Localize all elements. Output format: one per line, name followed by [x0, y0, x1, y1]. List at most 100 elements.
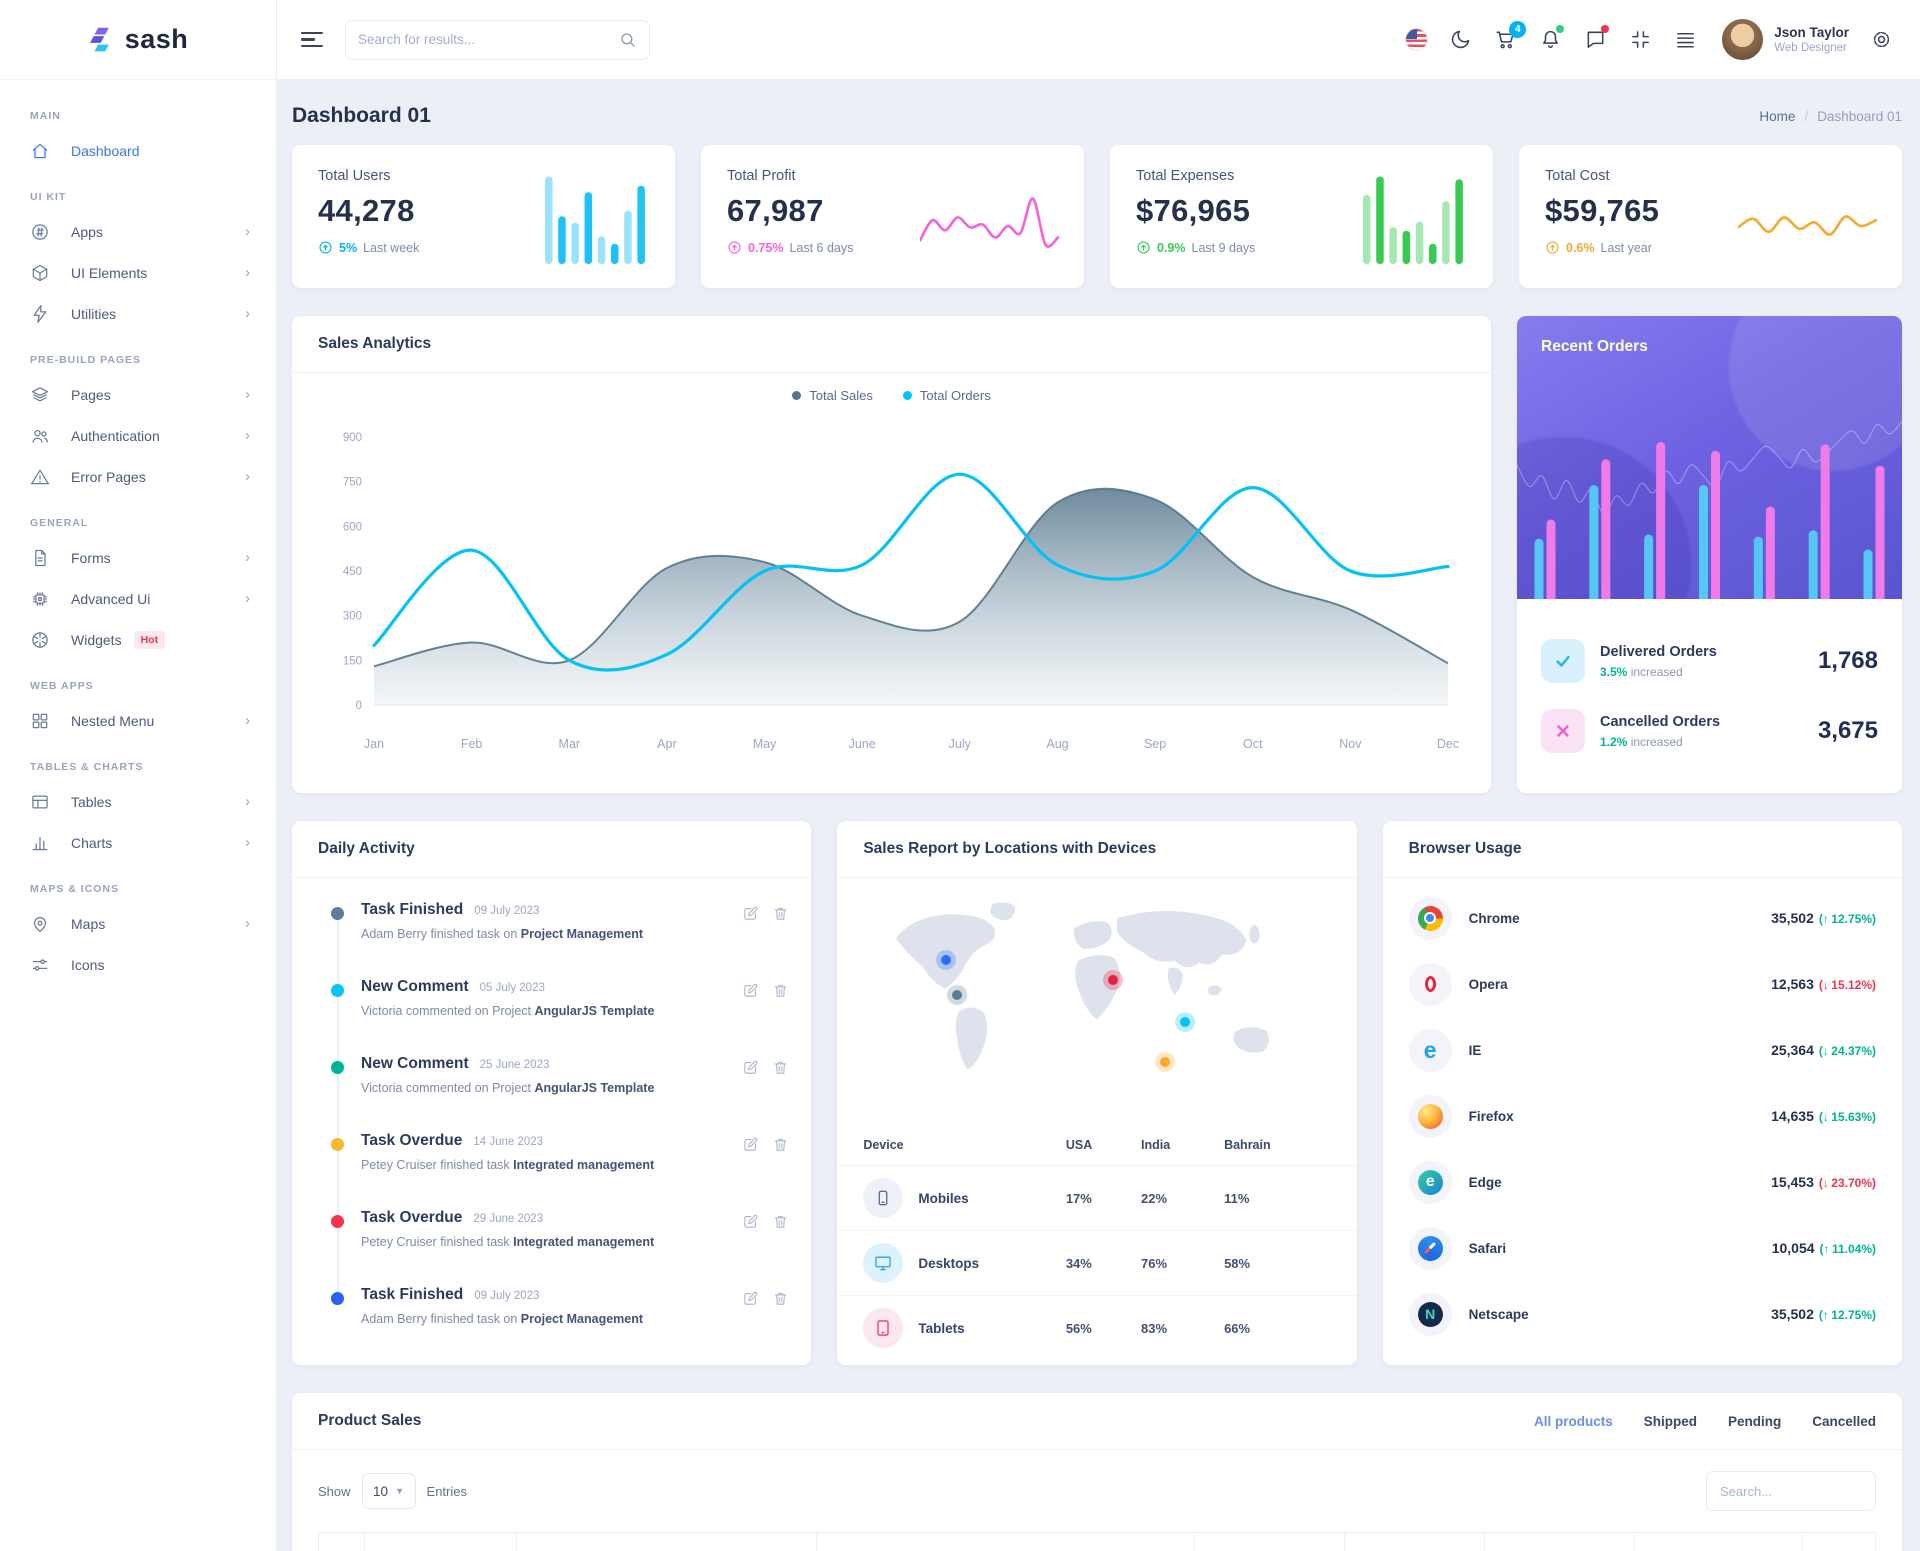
sidebar-item-apps[interactable]: Apps› [0, 211, 276, 252]
stat-card-total-expenses: Total Expenses$76,9650.9%Last 9 days [1110, 145, 1493, 288]
card-recent-orders: Recent Orders Delivered Orders3.5% incre… [1517, 316, 1902, 793]
sidebar-item-ui-elements[interactable]: UI Elements› [0, 252, 276, 293]
stat-card-total-users: Total Users44,2785%Last week [292, 145, 675, 288]
settings-gear-icon[interactable] [1870, 28, 1894, 52]
map-marker-3[interactable] [1108, 975, 1118, 985]
aperture-icon [30, 630, 50, 650]
trash-icon[interactable] [772, 1059, 789, 1076]
trash-icon[interactable] [772, 1290, 789, 1307]
tab-cancelled[interactable]: Cancelled [1812, 1414, 1876, 1429]
map-marker-4[interactable] [1180, 1017, 1190, 1027]
activity-date: 05 July 2023 [480, 982, 545, 994]
edit-icon[interactable] [742, 1290, 759, 1307]
browser-change: (↑ 12.75%) [1819, 912, 1876, 926]
browser-value: 10,054 [1772, 1240, 1815, 1256]
trash-icon[interactable] [772, 905, 789, 922]
recent-orders-title: Recent Orders [1541, 338, 1648, 356]
sidebar-item-maps[interactable]: Maps› [0, 903, 276, 944]
sidebar-item-utilities[interactable]: Utilities› [0, 293, 276, 334]
browser-row-ie: eIE25,364(↓ 24.37%) [1409, 1017, 1876, 1083]
edit-icon[interactable] [742, 1136, 759, 1153]
pin-icon [30, 914, 50, 934]
trash-icon[interactable] [772, 1136, 789, 1153]
map-marker-2[interactable] [952, 990, 962, 1000]
sidebar-item-dashboard[interactable]: Dashboard [0, 130, 276, 171]
sidebar-item-forms[interactable]: Forms› [0, 537, 276, 578]
map-marker-1[interactable] [941, 955, 951, 965]
trend-up-icon [318, 240, 333, 255]
trash-icon[interactable] [772, 982, 789, 999]
edit-icon[interactable] [742, 905, 759, 922]
tab-pending[interactable]: Pending [1728, 1414, 1781, 1429]
stat-period: Last week [363, 241, 419, 255]
activity-title: New Comment [361, 1055, 469, 1073]
user-menu[interactable]: Json Taylor Web Designer [1722, 19, 1849, 60]
legend-total-sales[interactable]: Total Sales [792, 388, 873, 403]
browser-row-chrome: Chrome35,502(↑ 12.75%) [1409, 885, 1876, 951]
device-name: Tablets [918, 1321, 964, 1336]
breadcrumb-home[interactable]: Home [1759, 109, 1795, 124]
sidebar-toggle-icon[interactable] [301, 27, 323, 51]
svg-text:Nov: Nov [1339, 737, 1362, 751]
sidebar-item-tables[interactable]: Tables› [0, 781, 276, 822]
search-icon[interactable] [619, 31, 637, 49]
sidebar-item-label: Advanced Ui [71, 591, 150, 607]
edit-icon[interactable] [742, 1213, 759, 1230]
legend-dot [792, 391, 801, 400]
sidebar-item-label: Forms [71, 550, 111, 566]
sidebar-item-nested-menu[interactable]: Nested Menu› [0, 700, 276, 741]
activity-title: Task Overdue [361, 1209, 462, 1227]
chevron-right-icon: › [245, 224, 250, 239]
product-sales-tabs: All products Shipped Pending Cancelled [1534, 1414, 1876, 1429]
table-search-input[interactable] [1706, 1471, 1876, 1511]
svg-text:Dec: Dec [1436, 737, 1458, 751]
x-icon [1541, 709, 1585, 753]
edit-icon[interactable] [742, 1059, 759, 1076]
sidebar-item-authentication[interactable]: Authentication› [0, 415, 276, 456]
sidebar-item-advanced-ui[interactable]: Advanced Ui› [0, 578, 276, 619]
chrome-icon [1409, 897, 1452, 940]
right-panel-list-icon[interactable] [1674, 28, 1698, 52]
sidebar-item-label: UI Elements [71, 265, 147, 281]
language-flag-icon[interactable] [1405, 28, 1428, 51]
chevron-right-icon: › [245, 713, 250, 728]
activity-item: Task Finished09 July 2023Adam Berry fini… [292, 1275, 811, 1352]
sidebar-item-error-pages[interactable]: Error Pages› [0, 456, 276, 497]
sidebar-item-label: Pages [71, 387, 111, 403]
browser-row-firefox: Firefox14,635(↓ 15.63%) [1409, 1083, 1876, 1149]
notifications-bell-icon[interactable] [1539, 28, 1563, 52]
sidebar-item-widgets[interactable]: WidgetsHot [0, 619, 276, 660]
sidebar-item-pages[interactable]: Pages› [0, 374, 276, 415]
svg-text:Sep: Sep [1143, 737, 1165, 751]
sidebar-item-charts[interactable]: Charts› [0, 822, 276, 863]
browser-value: 35,502 [1771, 910, 1814, 926]
cart-icon[interactable]: 4 [1494, 28, 1518, 52]
legend-total-orders[interactable]: Total Orders [903, 388, 991, 403]
opera-icon [1409, 963, 1452, 1006]
file-icon [30, 548, 50, 568]
fullscreen-icon[interactable] [1629, 28, 1653, 52]
trash-icon[interactable] [772, 1213, 789, 1230]
edit-icon[interactable] [742, 982, 759, 999]
tab-shipped[interactable]: Shipped [1644, 1414, 1697, 1429]
bolt-icon [30, 304, 50, 324]
map-marker-5[interactable] [1160, 1057, 1170, 1067]
browser-name: Safari [1469, 1241, 1507, 1256]
user-avatar [1722, 19, 1763, 60]
dark-mode-moon-icon[interactable] [1449, 28, 1473, 52]
app-logo[interactable]: sash [0, 0, 276, 80]
chevron-right-icon: › [245, 916, 250, 931]
sash-logo-icon [88, 26, 115, 53]
page-size-select[interactable]: 10 ▼ [362, 1473, 416, 1509]
breadcrumb-current: Dashboard 01 [1817, 109, 1902, 124]
sidebar-item-label: Error Pages [71, 469, 146, 485]
netscape-icon: N [1409, 1293, 1452, 1336]
sidebar-item-icons[interactable]: Icons [0, 944, 276, 985]
browser-row-safari: Safari10,054(↑ 11.04%) [1409, 1215, 1876, 1281]
stat-change: 0.9% [1157, 241, 1186, 255]
search-input[interactable] [358, 32, 619, 47]
stat-change: 5% [339, 241, 357, 255]
activity-text: Petey Cruiser finished task Integrated m… [361, 1158, 789, 1172]
messages-chat-icon[interactable] [1584, 28, 1608, 52]
tab-all-products[interactable]: All products [1534, 1414, 1613, 1429]
